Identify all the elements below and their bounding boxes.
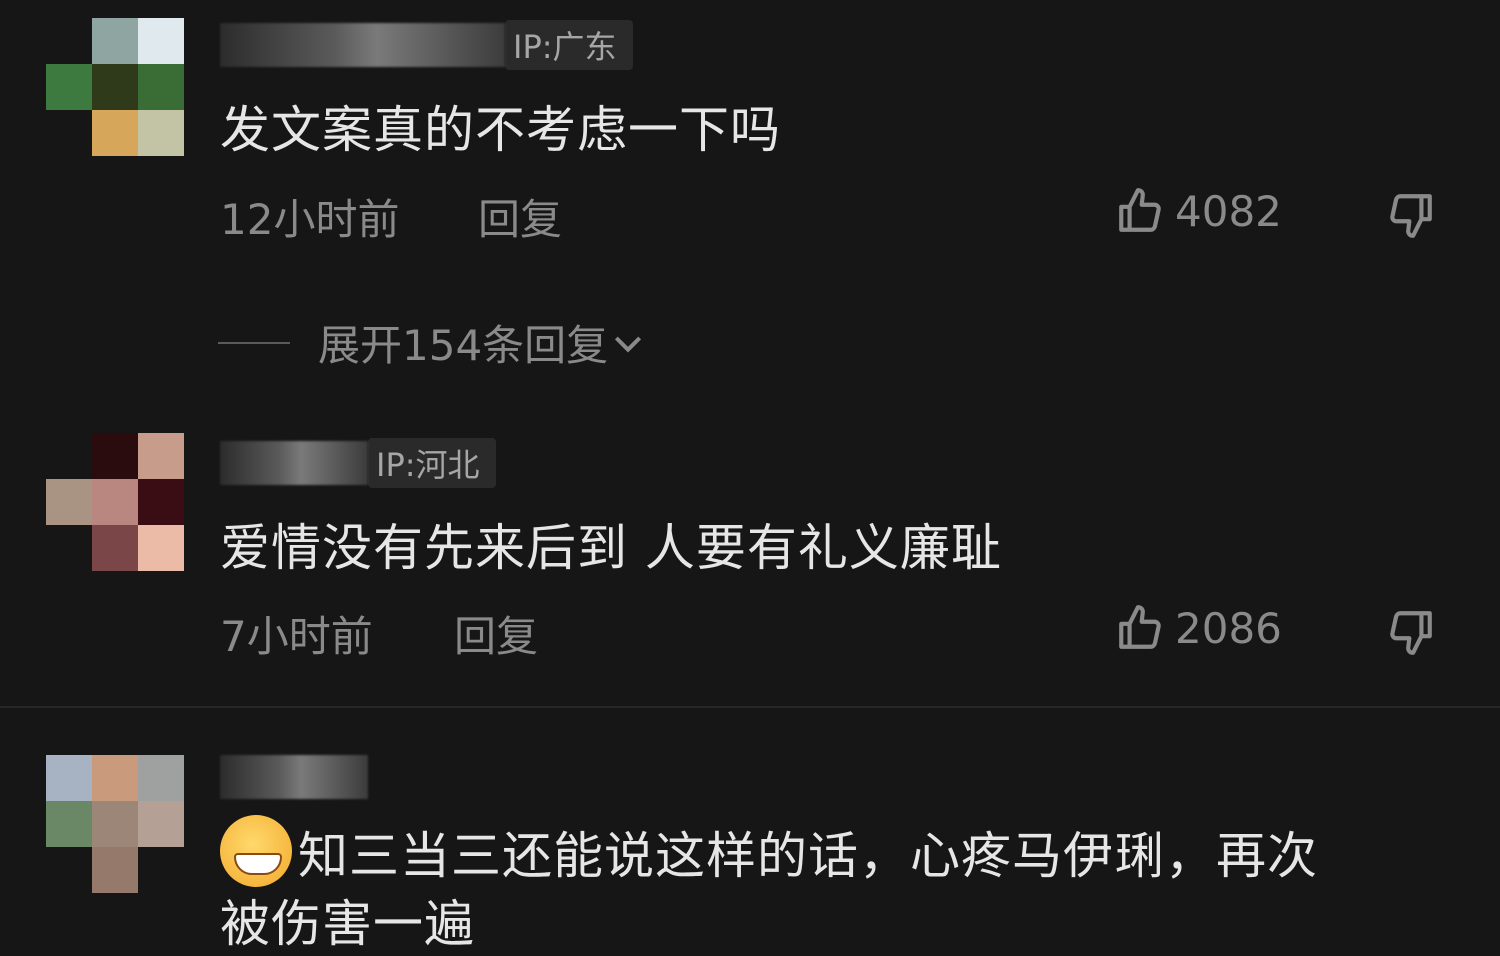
comment-text: 爱情没有先来后到 人要有礼义廉耻 — [220, 519, 1002, 577]
divider-line — [218, 341, 290, 344]
username-row: IP:河北 — [220, 438, 496, 488]
dislike-button[interactable] — [1386, 607, 1436, 661]
avatar-pixel — [46, 755, 92, 801]
avatar-pixel — [46, 433, 92, 479]
avatar-pixel — [138, 479, 184, 525]
username-row: IP:广东 — [220, 20, 633, 70]
like-button[interactable]: 2086 — [1115, 603, 1282, 653]
avatar[interactable] — [46, 18, 184, 156]
expand-replies-label: 展开154条回复 — [318, 321, 609, 370]
avatar-pixel — [138, 847, 184, 893]
avatar-pixel — [138, 755, 184, 801]
avatar-pixel — [138, 18, 184, 64]
avatar-pixel — [92, 847, 138, 893]
comment-time: 7小时前 — [220, 612, 373, 661]
avatar-pixel — [138, 433, 184, 479]
username-redacted[interactable] — [220, 755, 368, 799]
avatar-pixel — [138, 801, 184, 847]
avatar-pixel — [46, 479, 92, 525]
ip-location-tag: IP:河北 — [368, 438, 496, 488]
thumbs-up-icon — [1119, 188, 1161, 232]
chevron-down-icon — [615, 336, 642, 352]
avatar-pixel — [138, 64, 184, 110]
comment-text: 知三当三还能说这样的话，心疼马伊琍，再次 — [220, 815, 1318, 888]
avatar[interactable] — [46, 755, 184, 893]
avatar-pixel — [92, 755, 138, 801]
username-row — [220, 752, 368, 802]
avatar-pixel — [92, 801, 138, 847]
username-redacted[interactable] — [220, 441, 368, 485]
expand-replies-button[interactable]: 展开154条回复 — [218, 312, 648, 373]
avatar-pixel — [46, 18, 92, 64]
avatar-pixel — [92, 110, 138, 156]
thumbs-down-icon — [1390, 194, 1432, 238]
avatar-pixel — [46, 110, 92, 156]
avatar-pixel — [92, 18, 138, 64]
avatar-pixel — [92, 525, 138, 571]
avatar[interactable] — [46, 433, 184, 571]
like-button[interactable]: 4082 — [1115, 186, 1282, 236]
thumbs-down-icon — [1390, 611, 1432, 655]
section-divider — [0, 706, 1500, 708]
comment-time: 12小时前 — [220, 195, 400, 244]
avatar-pixel — [46, 847, 92, 893]
dislike-button[interactable] — [1386, 190, 1436, 244]
avatar-pixel — [92, 479, 138, 525]
comment-text-line-1: 知三当三还能说这样的话，心疼马伊琍，再次 — [298, 827, 1318, 885]
avatar-pixel — [92, 64, 138, 110]
avatar-pixel — [138, 525, 184, 571]
comment-text-line-2: 被伤害一遍 — [220, 895, 475, 953]
avatar-pixel — [46, 64, 92, 110]
username-redacted[interactable] — [220, 23, 505, 67]
like-count: 4082 — [1175, 186, 1282, 236]
grimacing-sweat-emoji — [220, 815, 292, 887]
ip-location-tag: IP:广东 — [505, 20, 633, 70]
reply-button[interactable]: 回复 — [478, 186, 562, 247]
avatar-pixel — [46, 801, 92, 847]
avatar-pixel — [92, 433, 138, 479]
like-count: 2086 — [1175, 603, 1282, 653]
thumbs-up-icon — [1119, 605, 1161, 649]
avatar-pixel — [46, 525, 92, 571]
comment-text: 发文案真的不考虑一下吗 — [220, 101, 781, 159]
avatar-pixel — [138, 110, 184, 156]
reply-button[interactable]: 回复 — [454, 603, 538, 664]
